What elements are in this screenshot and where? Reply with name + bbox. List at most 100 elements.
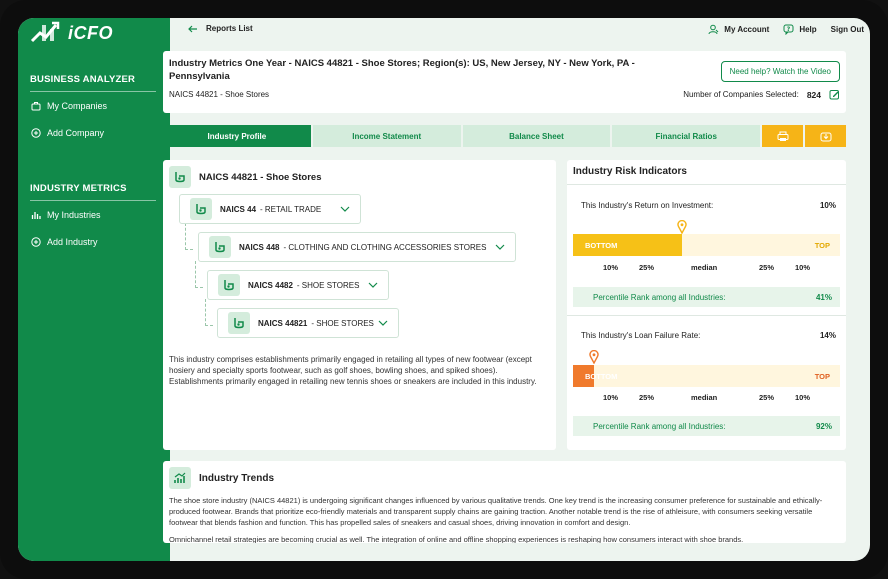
tree-connector (195, 261, 203, 288)
chevron-down-icon (340, 206, 350, 212)
industry-trends-card: Industry Trends The shoe store industry … (163, 461, 846, 543)
print-button[interactable] (762, 125, 804, 147)
plus-circle-icon (31, 236, 41, 247)
scale-label: 25% (639, 393, 655, 402)
topbar-actions: My Account ? Help Sign Out (708, 24, 864, 35)
help-link[interactable]: ? Help (783, 24, 817, 35)
sidebar-section-business-analyzer: BUSINESS ANALYZER My Companies Add Compa… (30, 74, 156, 146)
roi-value: 10% (819, 201, 836, 210)
help-label: Help (799, 25, 817, 34)
download-icon (820, 132, 832, 141)
percentile-value: 92% (815, 422, 832, 431)
scale-label: 25% (639, 263, 655, 272)
roi-rank-bar: BOTTOM TOP (573, 234, 840, 256)
scale-label: median (691, 393, 718, 402)
sidebar-item-my-companies[interactable]: My Companies (31, 92, 156, 119)
scale-label: 10% (795, 263, 811, 272)
naics-icon (169, 166, 191, 188)
download-button[interactable] (805, 125, 846, 147)
sidebar-item-label: Add Company (47, 127, 105, 138)
sign-out-link[interactable]: Sign Out (831, 25, 864, 34)
sidebar-item-add-company[interactable]: Add Company (31, 119, 156, 146)
naics-node-44821[interactable]: NAICS 44821 - SHOE STORES (217, 308, 399, 338)
bar-low-label: BOTTOM (585, 372, 618, 381)
scale-label: 10% (603, 263, 619, 272)
watch-video-button[interactable]: Need help? Watch the Video (720, 61, 840, 82)
chevron-down-icon (378, 320, 388, 326)
tab-industry-profile[interactable]: Industry Profile (163, 125, 311, 147)
naics-name: - RETAIL TRADE (260, 204, 322, 214)
naics-icon (228, 312, 250, 334)
logo-chart-icon (30, 21, 60, 43)
edit-icon[interactable] (829, 89, 840, 100)
naics-code: NAICS 4482 (248, 280, 293, 290)
rank-scale: 10% 25% median 25% 10% (567, 393, 846, 403)
bar-low-label: BOTTOM (585, 241, 618, 250)
trends-body: The shoe store industry (NAICS 44821) is… (169, 495, 841, 543)
scale-label: 10% (603, 393, 619, 402)
roi-label: This Industry's Return on Investment: (581, 201, 714, 210)
trends-title: Industry Trends (199, 472, 275, 484)
printer-icon (777, 131, 789, 141)
back-to-reports-link[interactable]: Reports List (188, 24, 253, 33)
my-account-label: My Account (724, 25, 770, 34)
briefcase-icon (31, 101, 41, 110)
naics-icon (209, 236, 231, 258)
brand-logo[interactable]: iCFO (30, 18, 113, 48)
naics-code: NAICS 44821 (258, 318, 308, 328)
loan-failure-rank-bar: BOTTOM TOP (573, 365, 840, 387)
naics-code: NAICS 448 (239, 242, 280, 252)
location-pin-icon (589, 350, 599, 364)
tree-connector (205, 299, 213, 326)
my-account-link[interactable]: My Account (708, 24, 769, 35)
naics-name: - SHOE STORES (311, 318, 374, 328)
companies-selected: Number of Companies Selected: 824 (683, 89, 840, 100)
tree-connector (185, 223, 193, 250)
roi-percentile-row: Percentile Rank among all Industries: 41… (573, 287, 840, 307)
help-chat-icon: ? (783, 24, 794, 35)
industry-profile-card: NAICS 44821 - Shoe Stores NAICS 44 - RET… (163, 160, 556, 450)
naics-node-448[interactable]: NAICS 448 - CLOTHING AND CLOTHING ACCESS… (198, 232, 516, 262)
naics-name: - CLOTHING AND CLOTHING ACCESSORIES STOR… (283, 242, 487, 252)
arrow-left-icon (188, 25, 197, 32)
profile-title: NAICS 44821 - Shoe Stores (199, 171, 322, 183)
topbar: Reports List My Account ? Help Sign Out (170, 18, 870, 42)
report-header-card: Industry Metrics One Year - NAICS 44821 … (163, 51, 846, 113)
naics-icon (190, 198, 212, 220)
trends-header: Industry Trends (169, 467, 274, 489)
naics-code: NAICS 44 (220, 204, 257, 214)
app-screen: iCFO BUSINESS ANALYZER My Companies Add … (18, 18, 870, 561)
scale-label: 10% (795, 393, 811, 402)
loan-failure-value: 14% (819, 331, 836, 340)
svg-text:?: ? (787, 26, 791, 33)
percentile-label: Percentile Rank among all Industries: (593, 293, 726, 302)
sidebar-item-label: My Industries (47, 209, 101, 220)
trend-chart-icon (169, 467, 191, 489)
bar-high-label: TOP (814, 241, 830, 250)
risk-title: Industry Risk Indicators (573, 166, 687, 177)
location-pin-icon (677, 220, 687, 234)
sidebar-item-add-industry[interactable]: Add Industry (31, 228, 156, 255)
chevron-down-icon (495, 244, 505, 250)
naics-icon (218, 274, 240, 296)
user-icon (708, 24, 719, 35)
tab-income-statement[interactable]: Income Statement (312, 125, 461, 147)
plus-circle-icon (31, 127, 41, 138)
naics-name: - SHOE STORES (296, 280, 360, 290)
trends-paragraph: The shoe store industry (NAICS 44821) is… (169, 496, 823, 527)
naics-node-44[interactable]: NAICS 44 - RETAIL TRADE (179, 194, 361, 224)
sidebar-section-title: BUSINESS ANALYZER (30, 74, 156, 92)
chevron-down-icon (368, 282, 378, 288)
companies-selected-count: 824 (806, 89, 821, 100)
sidebar-item-my-industries[interactable]: My Industries (31, 201, 156, 228)
rank-scale: 10% 25% median 25% 10% (567, 263, 846, 273)
tab-financial-ratios[interactable]: Financial Ratios (612, 125, 761, 147)
tab-balance-sheet[interactable]: Balance Sheet (462, 125, 611, 147)
sidebar-item-label: Add Industry (47, 236, 98, 247)
device-frame: iCFO BUSINESS ANALYZER My Companies Add … (0, 0, 888, 579)
companies-selected-label: Number of Companies Selected: (683, 90, 799, 99)
scale-label: 25% (759, 263, 775, 272)
sidebar-item-label: My Companies (47, 100, 108, 111)
naics-node-4482[interactable]: NAICS 4482 - SHOE STORES (207, 270, 389, 300)
report-title: Industry Metrics One Year - NAICS 44821 … (169, 58, 635, 82)
